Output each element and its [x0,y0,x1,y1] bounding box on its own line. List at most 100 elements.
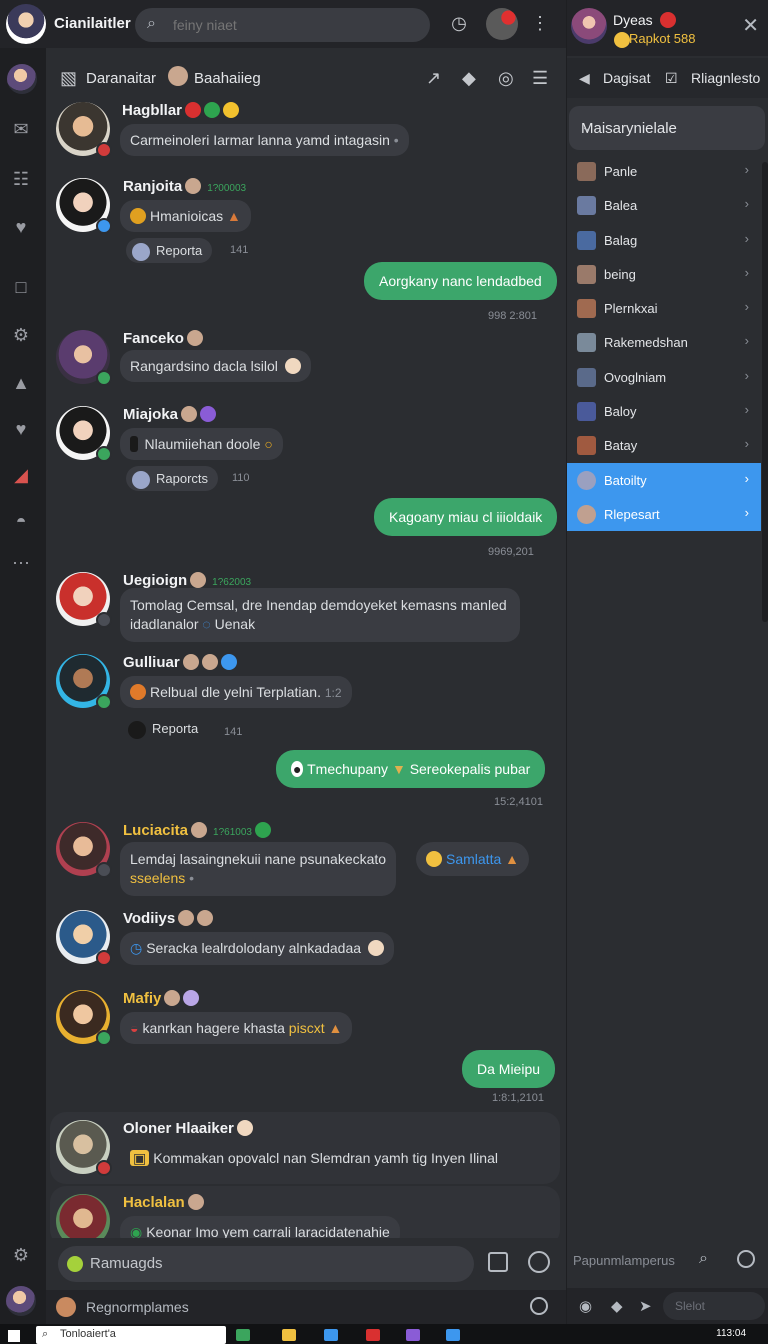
footer-search[interactable]: Slelot [663,1292,765,1320]
panel-select[interactable]: Maisarynielale ⌄ [569,106,765,150]
timer-icon[interactable]: ◎ [498,68,514,89]
avatar[interactable] [56,654,112,710]
reply-chip[interactable]: Reporta [122,716,208,741]
list-item[interactable]: Batay › [567,428,761,462]
message-bubble[interactable]: Relbual dle yelni Terplatian. 1:2 [120,676,352,708]
info-icon[interactable] [530,1297,548,1315]
app-icon[interactable] [366,1329,380,1341]
chevron-right-icon: › [744,162,749,177]
avatar[interactable] [56,1120,112,1176]
avatar[interactable] [56,102,112,158]
message-bubble[interactable]: ◷ Seracka lealrdolodany alnkadadaa [120,932,394,965]
close-icon[interactable]: ✕ [742,13,759,38]
settings-bottom-icon[interactable]: ⚙ [8,1242,34,1268]
message-bubble[interactable]: ■ Nlaumiiehan doole ○ [120,428,283,460]
emoji-icon[interactable] [737,1250,755,1268]
author-name: Uegioign 1?62003 [123,572,251,589]
shield-icon[interactable]: ◆ [462,68,476,89]
checkbox-icon[interactable]: ☑ [665,70,678,87]
apps-icon[interactable]: ◢ [8,462,34,488]
back-arrow-icon[interactable]: ◀ [579,70,590,87]
message-bubble[interactable]: ◉ Keonar Imo yem carrali laracidatenahie [120,1216,400,1238]
list-item[interactable]: Panle › [567,154,761,188]
tab-one[interactable]: Dagisat [603,70,650,86]
list-item[interactable]: Ovoglniam › [567,360,761,394]
avatar[interactable] [56,330,112,386]
app-icon[interactable] [406,1329,420,1341]
message-bubble[interactable]: ◒ kanrkan hagere khasta piscxt ▲ [120,1012,353,1044]
search-box[interactable]: ⌕ [135,8,430,42]
search-input[interactable] [173,14,413,36]
globe-icon[interactable]: ◉ [579,1297,592,1315]
avatar[interactable] [56,572,112,628]
message-bubble[interactable]: ▣ Kommakan opovalcl nan Slemdran yamh tig… [120,1142,508,1175]
contacts-icon[interactable]: ☷ [8,166,34,192]
start-icon[interactable] [8,1330,20,1342]
pin-icon[interactable]: ↗ [426,68,441,89]
reply-chip[interactable]: Reporta [126,238,213,263]
rocket-icon[interactable]: ▲ [8,370,34,396]
inbox-icon[interactable]: ✉ [8,116,34,142]
self-avatar[interactable] [6,1286,36,1316]
list-item-selected[interactable]: Rlepesart › [567,496,761,532]
list-item-selected[interactable]: Batoilty › [567,462,761,497]
panel-search[interactable]: Papunmlamperus ⌕ [567,1240,768,1280]
message-bubble[interactable]: Hmanioicas ▲ [120,200,251,232]
user-avatar[interactable] [6,4,46,44]
message-bubble[interactable]: Rangardsino dacla lsilol [120,350,311,382]
channel-name[interactable]: Daranaitar [86,70,156,87]
bottom-bar[interactable]: Regnormplames [46,1290,566,1324]
server-avatar[interactable] [7,64,37,94]
app-icon[interactable] [324,1329,338,1341]
list-item[interactable]: Rakemedshan › [567,325,761,359]
app-icon[interactable] [446,1329,460,1341]
shield-icon[interactable]: ◆ [611,1297,623,1315]
taskbar-search[interactable]: ⌕ Tonloaiert'a [36,1326,226,1344]
emoji-picker-icon[interactable] [528,1251,550,1273]
attach-icon[interactable] [488,1252,508,1272]
clock-icon[interactable]: ◷ [448,13,470,35]
channel-subname[interactable]: Baahaiieg [194,70,261,87]
gamepad-icon[interactable]: ◓ [8,508,34,534]
send-icon[interactable]: ➤ [639,1297,652,1315]
outgoing-bubble[interactable]: Aorgkany nanc lendadbed [364,262,557,300]
panel-scrollbar[interactable] [762,162,768,622]
list-item[interactable]: Balag › [567,223,761,257]
document-icon[interactable]: □ [8,274,34,300]
item-label: Ovoglniam [604,369,667,385]
list-item[interactable]: Baloy › [567,394,761,428]
settings-icon[interactable]: ⚙ [8,322,34,348]
outgoing-bubble[interactable]: Da Mieipu [462,1050,556,1088]
panel-avatar[interactable] [571,8,607,44]
more-vertical-icon[interactable]: ⋮ [529,13,551,35]
profile-avatar[interactable] [486,8,518,40]
reply-chip[interactable]: Raporcts [126,466,219,491]
app-icon[interactable] [236,1329,250,1341]
outgoing-bubble[interactable]: ● Tmechupany ▼ Sereokepalis pubar [276,750,546,788]
message-bubble[interactable]: Tomolag Cemsal, dre Inendap demdoyeket k… [120,588,520,642]
message-bubble[interactable]: Lemdaj lasaingnekuii nane psunakeckato ss… [120,842,397,896]
list-item[interactable]: Balea › [567,188,761,222]
outgoing-sticker[interactable]: Samlatta ▲ [416,842,529,876]
heart-icon[interactable]: ♥ [8,214,34,240]
message-text: kanrkan hagere khasta [142,1020,285,1036]
menu-icon[interactable]: ☰ [532,68,548,89]
avatar[interactable] [56,178,112,234]
search-icon[interactable]: ⌕ [699,1250,708,1268]
tree-icon [254,822,271,838]
avatar[interactable] [56,910,112,966]
tab-two[interactable]: Rliagnlesto [691,70,760,86]
app-icon[interactable] [282,1329,296,1341]
message-composer[interactable]: Ramuagds [58,1246,474,1282]
channel-icon: ▧ [60,68,78,88]
message-bubble[interactable]: Carmeinoleri Iarmar lanna yamd intagasin… [120,124,409,156]
list-item[interactable]: being › [567,257,761,291]
avatar[interactable] [56,822,112,878]
more-icon[interactable]: ⋯ [8,550,34,576]
outgoing-bubble[interactable]: Kagoany miau cl iiioldaik [374,498,558,536]
avatar[interactable] [56,990,112,1046]
reply-avatar [128,721,146,739]
avatar[interactable] [56,406,112,462]
list-item[interactable]: Plernkxai › [567,291,761,325]
favorite-icon[interactable]: ♥ [8,416,34,442]
